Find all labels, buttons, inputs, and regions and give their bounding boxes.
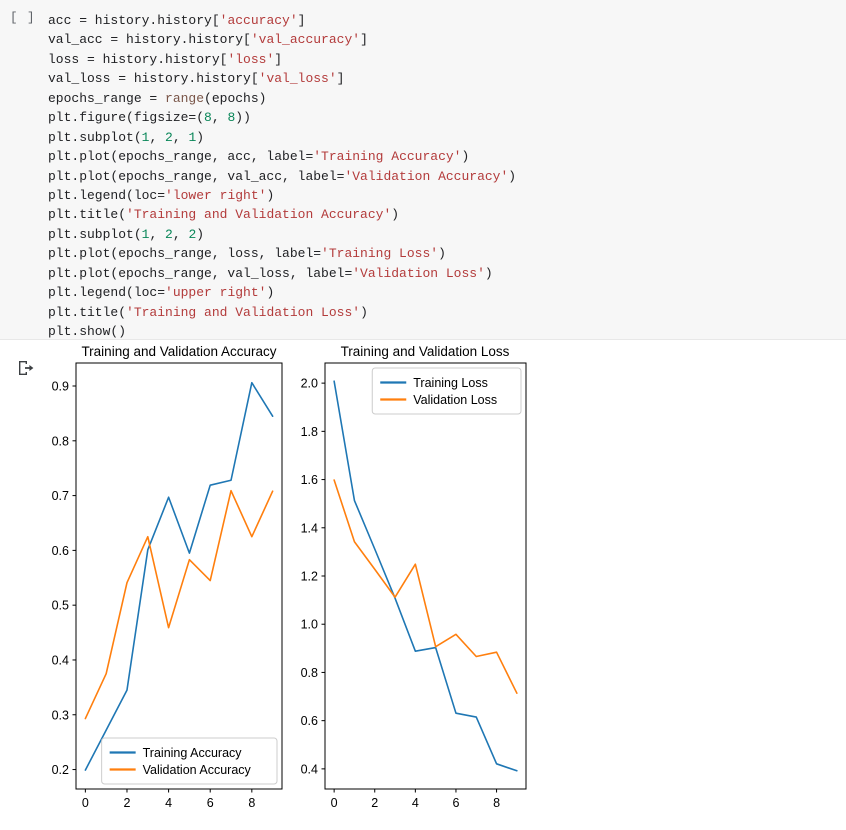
legend-label: Training Loss xyxy=(413,376,488,390)
y-tick-label: 0.4 xyxy=(52,653,69,667)
legend-label: Validation Loss xyxy=(413,393,497,407)
code-line: plt.plot(epochs_range, loss, label='Trai… xyxy=(48,246,446,262)
series-line xyxy=(84,381,274,771)
code-line: plt.legend(loc='lower right') xyxy=(48,187,275,203)
code-line: epochs_range = range(epochs) xyxy=(48,90,267,106)
code-line: plt.subplot(1, 2, 2) xyxy=(48,226,205,242)
matplotlib-figure: Training and Validation Accuracy 0.2 0.3 0.… xyxy=(14,341,834,830)
y-tick-label: 0.8 xyxy=(301,666,318,680)
code-line: plt.plot(epochs_range, val_acc, label='V… xyxy=(48,168,517,184)
code-cell[interactable]: [ ] acc = history.history['accuracy'] val… xyxy=(0,0,846,340)
code-line: plt.subplot(1, 2, 1) xyxy=(48,129,205,145)
code-line: val_loss = history.history['val_loss'] xyxy=(48,71,345,87)
y-tick-label: 0.3 xyxy=(52,708,69,722)
y-tick-label: 0.9 xyxy=(52,380,69,394)
x-tick-label: 4 xyxy=(412,796,419,810)
cell-output: Training and Validation Accuracy 0.2 0.3 0.… xyxy=(0,341,846,830)
x-tick-label: 8 xyxy=(493,796,500,810)
code-line: plt.title('Training and Validation Loss'… xyxy=(48,304,368,320)
y-tick-label: 0.6 xyxy=(301,714,318,728)
y-tick-label: 1.0 xyxy=(301,618,318,632)
code-line: plt.legend(loc='upper right') xyxy=(48,285,275,301)
legend-label: Validation Accuracy xyxy=(143,763,252,777)
cell-run-prompt[interactable]: [ ] xyxy=(10,11,44,25)
y-tick-label: 0.8 xyxy=(52,434,69,448)
y-tick-label: 1.6 xyxy=(301,473,318,487)
x-tick-label: 2 xyxy=(371,796,378,810)
y-tick-label: 1.8 xyxy=(301,425,318,439)
series-line xyxy=(333,380,518,772)
chart-title: Training and Validation Accuracy xyxy=(81,344,276,359)
figure-canvas: Training and Validation Accuracy 0.2 0.3 0.… xyxy=(52,344,527,810)
series-line xyxy=(333,479,518,694)
axes-frame xyxy=(75,362,283,790)
axes-frame xyxy=(324,362,527,790)
chart-title: Training and Validation Loss xyxy=(341,344,510,359)
x-tick-label: 4 xyxy=(165,796,172,810)
code-line: plt.figure(figsize=(8, 8)) xyxy=(48,110,251,126)
subplot-2: Training and Validation Loss 0.4 0.6 0.8 1.0… xyxy=(301,344,527,810)
code-line: plt.plot(epochs_range, val_loss, label='… xyxy=(48,265,493,281)
x-tick-label: 0 xyxy=(331,796,338,810)
subplot-1: Training and Validation Accuracy 0.2 0.3 0.… xyxy=(52,344,283,810)
y-tick-label: 1.2 xyxy=(301,570,318,584)
x-tick-label: 6 xyxy=(207,796,214,810)
code-line: acc = history.history['accuracy'] xyxy=(48,13,306,28)
code-line: plt.title('Training and Validation Accur… xyxy=(48,207,400,223)
y-tick-label: 0.2 xyxy=(52,763,69,777)
y-tick-label: 1.4 xyxy=(301,521,318,535)
legend-label: Training Accuracy xyxy=(143,746,243,760)
y-tick-label: 0.5 xyxy=(52,599,69,613)
code-line: plt.plot(epochs_range, acc, label='Train… xyxy=(48,149,470,165)
x-tick-label: 2 xyxy=(124,796,131,810)
code-line: loss = history.history['loss'] xyxy=(48,51,283,67)
code-line: val_acc = history.history['val_accuracy'… xyxy=(48,32,368,48)
y-tick-label: 0.7 xyxy=(52,489,69,503)
y-tick-label: 2.0 xyxy=(301,377,318,391)
y-tick-label: 0.6 xyxy=(52,544,69,558)
y-tick-label: 0.4 xyxy=(301,762,318,776)
code-editor[interactable]: acc = history.history['accuracy'] val_acc… xyxy=(48,11,842,341)
x-tick-label: 0 xyxy=(82,796,89,810)
x-tick-label: 8 xyxy=(248,796,255,810)
code-line: plt.show() xyxy=(48,324,127,339)
x-tick-label: 6 xyxy=(452,796,459,810)
